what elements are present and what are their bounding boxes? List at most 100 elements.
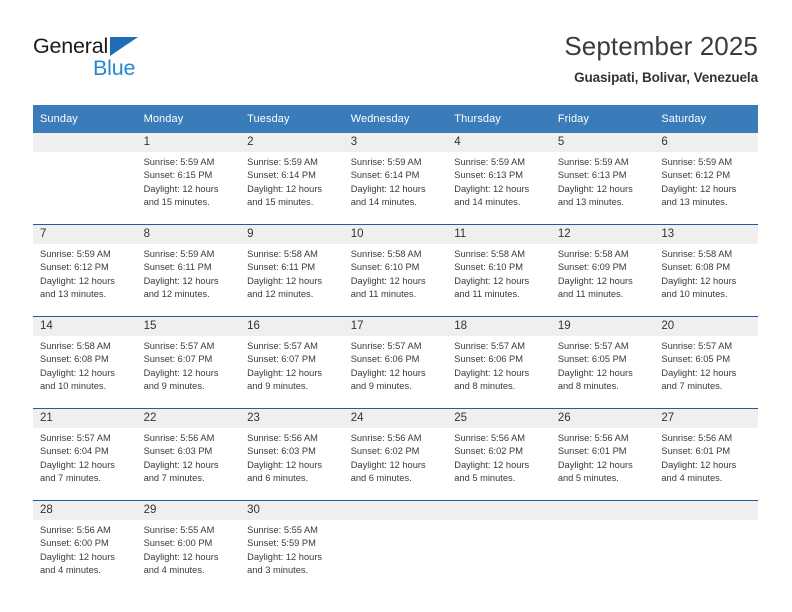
day-details: Sunrise: 5:59 AM Sunset: 6:11 PM Daylight:…	[137, 244, 241, 316]
weekday-header-saturday: Saturday	[654, 105, 758, 133]
calendar-day-cell[interactable]: 5 Sunrise: 5:59 AM Sunset: 6:13 PM Daylight…	[550, 133, 655, 225]
day-number: 9	[240, 225, 344, 244]
daylight-text-line1: Daylight: 12 hours	[40, 367, 115, 378]
day-details: Sunrise: 5:56 AM Sunset: 6:03 PM Daylight:…	[137, 428, 241, 500]
daylight-text-line1: Daylight: 12 hours	[143, 367, 219, 378]
calendar-week-row: 14 Sunrise: 5:58 AM Sunset: 6:08 PM Dayligh…	[33, 316, 758, 409]
general-blue-logo[interactable]: General Blue	[33, 32, 273, 88]
sunset-text: Sunset: 6:14 PM	[247, 170, 316, 181]
calendar-day-cell[interactable]: 9 Sunrise: 5:58 AM Sunset: 6:11 PM Daylight…	[240, 224, 344, 317]
calendar-day-cell[interactable]: 12 Sunrise: 5:58 AM Sunset: 6:09 PM Dayligh…	[550, 224, 655, 317]
sunrise-text: Sunrise: 5:58 AM	[247, 249, 318, 259]
day-number: 4	[447, 133, 551, 152]
sunrise-text: Sunrise: 5:56 AM	[40, 525, 111, 535]
day-number: 1	[136, 133, 241, 152]
sunrise-text: Sunrise: 5:57 AM	[40, 433, 111, 443]
calendar-day-cell[interactable]: 13 Sunrise: 5:58 AM Sunset: 6:08 PM Dayligh…	[654, 224, 758, 317]
calendar-day-cell[interactable]: 7 Sunrise: 5:59 AM Sunset: 6:12 PM Daylight…	[33, 224, 137, 317]
day-details: Sunrise: 5:58 AM Sunset: 6:08 PM Daylight:…	[33, 336, 137, 408]
weekday-header-monday: Monday	[136, 105, 241, 133]
calendar-day-cell[interactable]: 23 Sunrise: 5:56 AM Sunset: 6:03 PM Dayligh…	[240, 408, 344, 501]
calendar-day-cell[interactable]: 10 Sunrise: 5:58 AM Sunset: 6:10 PM Dayligh…	[343, 224, 448, 317]
calendar-day-cell[interactable]: 16 Sunrise: 5:57 AM Sunset: 6:07 PM Dayligh…	[240, 316, 344, 409]
sunrise-text: Sunrise: 5:56 AM	[454, 433, 526, 443]
calendar-day-cell[interactable]: 25 Sunrise: 5:56 AM Sunset: 6:02 PM Dayligh…	[447, 408, 551, 501]
calendar-day-cell-empty	[33, 133, 137, 225]
daylight-text-line1: Daylight: 12 hours	[350, 275, 426, 286]
day-number	[654, 501, 758, 520]
calendar-day-cell[interactable]: 19 Sunrise: 5:57 AM Sunset: 6:05 PM Dayligh…	[550, 316, 655, 409]
daylight-text-line2: and 8 minutes.	[454, 380, 516, 391]
calendar-day-cell[interactable]: 20 Sunrise: 5:57 AM Sunset: 6:05 PM Dayligh…	[654, 316, 758, 409]
calendar-day-cell[interactable]: 18 Sunrise: 5:57 AM Sunset: 6:06 PM Dayligh…	[447, 316, 551, 409]
daylight-text-line2: and 4 minutes.	[40, 564, 101, 575]
day-number: 27	[654, 409, 758, 428]
calendar-day-cell[interactable]: 22 Sunrise: 5:56 AM Sunset: 6:03 PM Dayligh…	[136, 408, 241, 501]
day-number: 5	[550, 133, 655, 152]
sunrise-text: Sunrise: 5:57 AM	[661, 341, 733, 351]
day-details: Sunrise: 5:58 AM Sunset: 6:10 PM Daylight:…	[447, 244, 551, 316]
calendar-body: 1 Sunrise: 5:59 AM Sunset: 6:15 PM Daylight…	[33, 133, 758, 592]
calendar-day-cell[interactable]: 27 Sunrise: 5:56 AM Sunset: 6:01 PM Dayligh…	[654, 408, 758, 501]
day-details	[33, 152, 137, 224]
daylight-text-line2: and 8 minutes.	[557, 380, 619, 391]
day-number: 6	[654, 133, 758, 152]
calendar-day-cell[interactable]: 26 Sunrise: 5:56 AM Sunset: 6:01 PM Dayligh…	[550, 408, 655, 501]
weekday-header-wednesday: Wednesday	[343, 105, 448, 133]
calendar-day-cell[interactable]: 14 Sunrise: 5:58 AM Sunset: 6:08 PM Dayligh…	[33, 316, 137, 409]
daylight-text-line1: Daylight: 12 hours	[143, 551, 219, 562]
sunrise-text: Sunrise: 5:55 AM	[247, 525, 318, 535]
calendar-day-cell[interactable]: 8 Sunrise: 5:59 AM Sunset: 6:11 PM Daylight…	[136, 224, 241, 317]
calendar-day-cell[interactable]: 6 Sunrise: 5:59 AM Sunset: 6:12 PM Daylight…	[654, 133, 758, 225]
sunset-text: Sunset: 6:10 PM	[350, 262, 420, 273]
day-number: 13	[654, 225, 758, 244]
daylight-text-line1: Daylight: 12 hours	[350, 183, 426, 194]
sunset-text: Sunset: 6:11 PM	[247, 262, 316, 273]
day-details	[447, 520, 551, 592]
daylight-text-line2: and 5 minutes.	[557, 472, 619, 483]
day-details: Sunrise: 5:59 AM Sunset: 6:14 PM Daylight:…	[344, 152, 448, 224]
calendar-day-cell-empty	[654, 500, 758, 592]
calendar-day-cell[interactable]: 17 Sunrise: 5:57 AM Sunset: 6:06 PM Dayligh…	[343, 316, 448, 409]
calendar-day-cell[interactable]: 11 Sunrise: 5:58 AM Sunset: 6:10 PM Dayligh…	[447, 224, 551, 317]
daylight-text-line2: and 12 minutes.	[143, 288, 210, 299]
day-number: 17	[343, 317, 448, 336]
day-details: Sunrise: 5:59 AM Sunset: 6:12 PM Daylight:…	[654, 152, 758, 224]
daylight-text-line2: and 7 minutes.	[661, 380, 723, 391]
sunset-text: Sunset: 6:08 PM	[661, 262, 731, 273]
logo-text-blue: Blue	[93, 56, 136, 80]
day-details: Sunrise: 5:56 AM Sunset: 6:02 PM Daylight:…	[344, 428, 448, 500]
day-details: Sunrise: 5:56 AM Sunset: 6:00 PM Daylight:…	[33, 520, 137, 592]
calendar-day-cell[interactable]: 2 Sunrise: 5:59 AM Sunset: 6:14 PM Daylight…	[240, 133, 344, 225]
sunrise-text: Sunrise: 5:57 AM	[247, 341, 318, 351]
calendar-day-cell[interactable]: 29 Sunrise: 5:55 AM Sunset: 6:00 PM Dayligh…	[136, 500, 241, 592]
day-number: 14	[33, 317, 137, 336]
daylight-text-line2: and 7 minutes.	[40, 472, 101, 483]
sunset-text: Sunset: 6:00 PM	[143, 538, 213, 549]
daylight-text-line1: Daylight: 12 hours	[454, 459, 530, 470]
calendar-day-cell[interactable]: 24 Sunrise: 5:56 AM Sunset: 6:02 PM Dayligh…	[343, 408, 448, 501]
day-number: 19	[550, 317, 655, 336]
daylight-text-line2: and 10 minutes.	[661, 288, 728, 299]
daylight-text-line1: Daylight: 12 hours	[247, 183, 323, 194]
calendar-day-cell[interactable]: 28 Sunrise: 5:56 AM Sunset: 6:00 PM Dayligh…	[33, 500, 137, 592]
sunset-text: Sunset: 6:01 PM	[661, 446, 731, 457]
sunrise-text: Sunrise: 5:58 AM	[40, 341, 111, 351]
calendar-day-cell[interactable]: 15 Sunrise: 5:57 AM Sunset: 6:07 PM Dayligh…	[136, 316, 241, 409]
sunset-text: Sunset: 6:07 PM	[247, 354, 316, 365]
sunrise-text: Sunrise: 5:55 AM	[143, 525, 215, 535]
calendar-day-cell[interactable]: 30 Sunrise: 5:55 AM Sunset: 5:59 PM Dayligh…	[240, 500, 344, 592]
day-details: Sunrise: 5:58 AM Sunset: 6:10 PM Daylight:…	[344, 244, 448, 316]
day-details: Sunrise: 5:57 AM Sunset: 6:07 PM Daylight:…	[240, 336, 344, 408]
calendar-day-cell[interactable]: 1 Sunrise: 5:59 AM Sunset: 6:15 PM Daylight…	[136, 133, 241, 225]
sunset-text: Sunset: 6:13 PM	[454, 170, 523, 181]
day-number: 28	[33, 501, 137, 520]
sunset-text: Sunset: 5:59 PM	[247, 538, 316, 549]
calendar-week-row: 21 Sunrise: 5:57 AM Sunset: 6:04 PM Dayligh…	[33, 408, 758, 501]
calendar-day-cell[interactable]: 21 Sunrise: 5:57 AM Sunset: 6:04 PM Dayligh…	[33, 408, 137, 501]
daylight-text-line2: and 14 minutes.	[350, 196, 417, 207]
calendar-day-cell[interactable]: 4 Sunrise: 5:59 AM Sunset: 6:13 PM Daylight…	[447, 133, 551, 225]
calendar-day-cell[interactable]: 3 Sunrise: 5:59 AM Sunset: 6:14 PM Daylight…	[343, 133, 448, 225]
day-details: Sunrise: 5:56 AM Sunset: 6:02 PM Daylight:…	[447, 428, 551, 500]
daylight-text-line2: and 3 minutes.	[247, 564, 309, 575]
